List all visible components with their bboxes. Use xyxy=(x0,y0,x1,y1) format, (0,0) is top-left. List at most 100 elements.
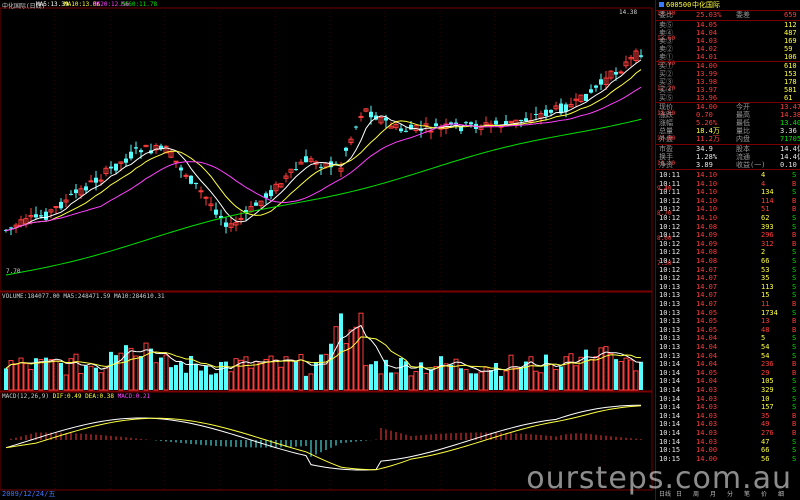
tick-side: S xyxy=(792,274,797,283)
tick-time: 10:14 xyxy=(659,420,681,429)
sell-price: 14.05 xyxy=(696,21,718,29)
tick-side: B xyxy=(792,411,797,420)
volume-bar xyxy=(489,370,493,390)
tick-price: 14.09 xyxy=(696,239,718,248)
tick-volume: 312 xyxy=(761,239,774,248)
volume-bar xyxy=(623,357,629,391)
tick-price: 14.03 xyxy=(696,386,718,394)
tick-time: 10:13 xyxy=(659,351,681,360)
tick-price: 14.09 xyxy=(696,231,718,240)
volume-bar xyxy=(209,374,213,390)
sell-volume: 169 xyxy=(784,37,797,45)
tick-row: 10:14 14.03 157 S xyxy=(656,403,800,411)
tick-time: 10:13 xyxy=(659,334,681,343)
tick-time: 10:11 xyxy=(659,179,681,188)
volume-bar xyxy=(333,326,339,391)
tick-row: 10:12 14.10 51 B xyxy=(656,205,800,213)
tick-price: 14.05 xyxy=(696,308,718,317)
stat-value: 18.4万 xyxy=(696,127,720,135)
candle-body xyxy=(98,179,104,182)
tick-row: 10:13 14.05 13 B xyxy=(656,317,800,325)
tick-time: 10:12 xyxy=(659,248,681,257)
tick-row: 10:13 14.07 15 S xyxy=(656,291,800,299)
tick-price: 14.10 xyxy=(696,205,718,214)
stat-label: 最高 xyxy=(736,111,750,119)
tick-volume: 53 xyxy=(761,265,770,274)
buy-volume: 178 xyxy=(784,78,797,86)
stat-label: 市盈 xyxy=(659,145,673,153)
tick-volume: 329 xyxy=(761,386,774,394)
tick-time: 10:11 xyxy=(659,171,681,179)
volume-bar xyxy=(544,354,548,390)
volume-bar xyxy=(378,373,384,391)
volume-bar xyxy=(73,353,79,391)
high-price-label: 14.38 xyxy=(619,9,638,16)
tick-volume: 54 xyxy=(761,343,770,351)
stat-label: 股本 xyxy=(736,145,750,153)
tick-time: 10:13 xyxy=(659,282,681,291)
tick-row: 10:13 14.04 54 S xyxy=(656,343,800,351)
volume-bar xyxy=(48,359,54,391)
tick-side: S xyxy=(792,265,797,274)
candle-body xyxy=(358,115,364,118)
tick-price: 14.10 xyxy=(696,214,718,222)
macd-dif-dea: DIF:0.49 DEA:0.38 xyxy=(52,393,115,400)
tick-side: B xyxy=(792,196,797,205)
sell-volume: 487 xyxy=(784,29,797,37)
tick-side: S xyxy=(792,394,797,403)
stat-value: 0.70 xyxy=(696,111,713,119)
tick-row: 10:13 14.05 48 B xyxy=(656,326,800,334)
volume-bar xyxy=(593,356,599,391)
kline-chart-area[interactable] xyxy=(0,0,655,500)
tick-side: S xyxy=(792,214,797,222)
tick-price: 14.10 xyxy=(696,171,718,179)
tick-side: B xyxy=(792,205,797,214)
tick-row: 10:14 14.04 105 S xyxy=(656,377,800,385)
buy-price: 13.97 xyxy=(696,86,718,94)
tick-side: S xyxy=(792,222,797,231)
volume-bar xyxy=(114,355,118,390)
tick-side: S xyxy=(792,171,797,179)
stat-value: 0.10 xyxy=(780,161,797,169)
stat-value: 14.00 xyxy=(696,103,718,111)
tick-time: 10:12 xyxy=(659,239,681,248)
buy-row: 买③ 13.98 178 xyxy=(656,78,800,86)
tick-volume: 48 xyxy=(761,325,770,334)
tick-side: B xyxy=(792,429,797,437)
tick-side: S xyxy=(792,248,797,257)
price-panel-border xyxy=(0,7,653,292)
volume-bar xyxy=(314,361,318,390)
candle-body xyxy=(434,123,438,127)
tick-time: 10:13 xyxy=(659,300,681,308)
volume-bar xyxy=(423,372,429,391)
tick-side: B xyxy=(792,317,797,326)
tick-side: S xyxy=(792,282,797,291)
candle-body xyxy=(189,175,193,184)
buy-volume: 61 xyxy=(784,94,793,102)
tick-row: 10:12 14.09 312 B xyxy=(656,240,800,248)
weibi-row: 委比 25.03% 委差 659 xyxy=(656,11,800,19)
tick-volume: 62 xyxy=(761,214,770,222)
volume-bar xyxy=(258,362,264,391)
volume-bar xyxy=(618,360,624,391)
volume-bar xyxy=(13,363,19,391)
tick-price: 14.03 xyxy=(696,411,718,420)
volume-bar xyxy=(288,359,294,391)
stat-label: 涨幅 xyxy=(659,119,673,127)
volume-bar xyxy=(304,375,308,390)
tick-side: S xyxy=(792,334,797,343)
candle-body xyxy=(354,126,358,128)
stock-code: 600500 xyxy=(666,1,692,9)
volume-bar xyxy=(59,362,63,390)
tick-volume: 15 xyxy=(761,291,770,300)
tick-side: B xyxy=(792,368,797,377)
tick-time: 10:13 xyxy=(659,317,681,326)
volume-bar xyxy=(429,369,433,390)
stat-label: 内盘 xyxy=(736,135,750,143)
volume-bar xyxy=(608,352,614,391)
tick-volume: 29 xyxy=(761,368,770,377)
tick-time: 10:14 xyxy=(659,368,681,377)
candle-body xyxy=(584,93,588,101)
stat-row: 涨跌 0.70 最高 14.38 xyxy=(656,111,800,119)
tick-time: 10:12 xyxy=(659,214,681,222)
